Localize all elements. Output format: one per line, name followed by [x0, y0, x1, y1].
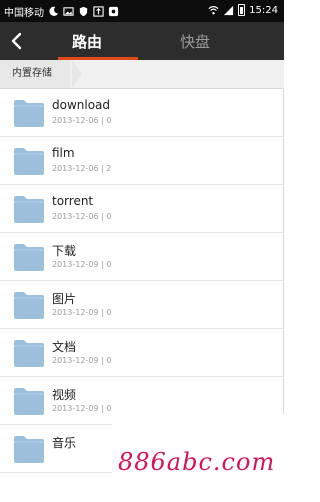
folder-icon	[14, 340, 44, 367]
folder-icon	[14, 436, 44, 463]
file-meta: 2013-12-09 | 0	[52, 308, 112, 317]
breadcrumb-separator	[72, 60, 82, 88]
file-meta: 2013-12-06 | 0	[52, 212, 112, 221]
signal-icon	[224, 5, 234, 15]
file-meta: 2013-12-09 | 0	[52, 356, 112, 365]
breadcrumb-item-internal-storage[interactable]: 内置存储	[0, 60, 70, 88]
image-icon	[63, 7, 74, 16]
list-item[interactable]: download 2013-12-06 | 0	[0, 89, 284, 137]
list-item[interactable]: film 2013-12-06 | 2	[0, 137, 284, 185]
breadcrumb: 内置存储	[0, 60, 284, 89]
list-item[interactable]: 下载 2013-12-09 | 0	[0, 233, 284, 281]
folder-icon	[14, 100, 44, 127]
file-name: 图片	[52, 292, 77, 306]
tab-cloud-disk[interactable]: 快盘	[180, 31, 210, 52]
status-bar: 中国移动 15:24	[0, 0, 284, 22]
folder-icon	[14, 244, 44, 271]
file-name: 视频	[52, 388, 77, 402]
folder-icon	[14, 148, 44, 175]
shield-icon	[79, 6, 88, 17]
file-name: download	[52, 98, 111, 112]
file-meta: 2013-12-09 | 0	[52, 404, 112, 413]
list-item[interactable]: 图片 2013-12-09 | 0	[0, 281, 284, 329]
chevron-left-icon[interactable]	[6, 30, 28, 52]
usb-icon	[93, 6, 104, 17]
app-icon	[108, 6, 119, 17]
file-meta: 2013-12-06 | 2	[52, 164, 112, 173]
folder-icon	[14, 388, 44, 415]
clock: 15:24	[249, 4, 278, 16]
moon-icon	[49, 6, 59, 16]
file-meta: 2013-12-09 | 0	[52, 260, 112, 269]
watermark-text: 886abc.com	[118, 448, 276, 476]
carrier-label: 中国移动	[4, 8, 44, 19]
file-name: 音乐	[52, 436, 77, 450]
tab-router[interactable]: 路由	[72, 31, 102, 52]
battery-icon	[238, 4, 246, 16]
file-name: 文档	[52, 340, 77, 354]
wifi-icon	[208, 5, 219, 14]
folder-icon	[14, 292, 44, 319]
file-name: torrent	[52, 194, 94, 208]
file-meta: 2013-12-06 | 0	[52, 116, 112, 125]
file-name: 下载	[52, 244, 77, 258]
list-item[interactable]: 文档 2013-12-09 | 0	[0, 329, 284, 377]
watermark: 886abc.com	[112, 414, 284, 502]
folder-icon	[14, 196, 44, 223]
file-name: film	[52, 146, 75, 160]
header: 路由 快盘	[0, 22, 284, 60]
list-item[interactable]: torrent 2013-12-06 | 0	[0, 185, 284, 233]
